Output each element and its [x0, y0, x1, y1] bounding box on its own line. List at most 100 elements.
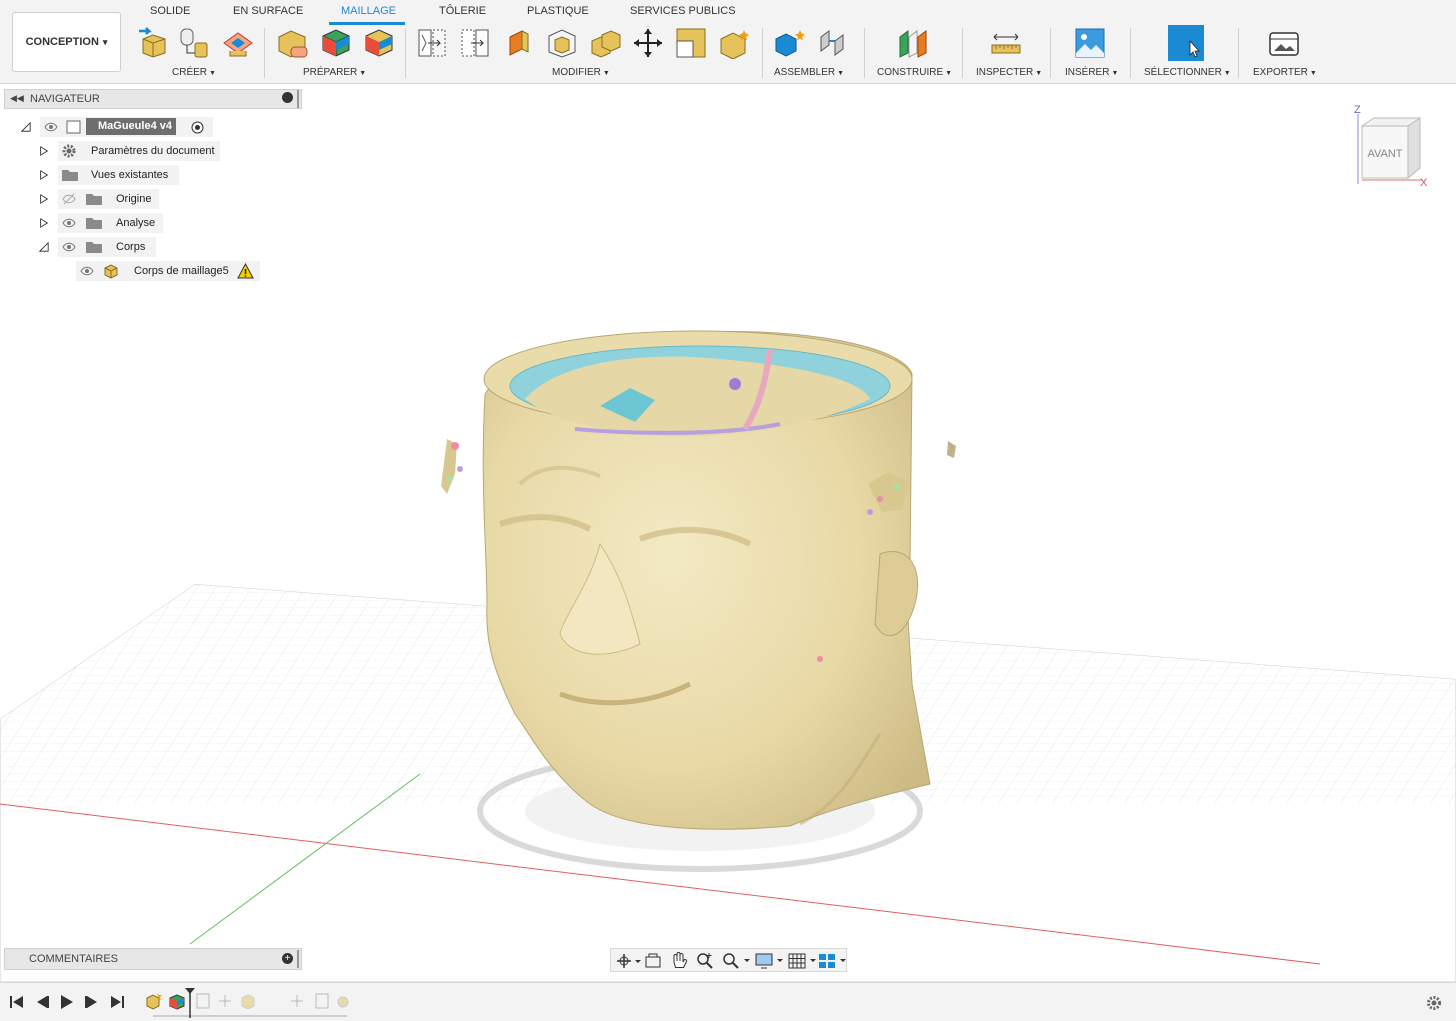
- expand-triangle-icon[interactable]: [39, 193, 49, 205]
- collapse-triangle-icon[interactable]: [39, 241, 49, 253]
- create-face-group-icon[interactable]: [222, 27, 254, 59]
- reverse-normal-icon[interactable]: [503, 27, 535, 59]
- mesh-body-head[interactable]: [482, 330, 931, 830]
- pan-hand-icon[interactable]: [669, 951, 689, 971]
- panel-resize-handle[interactable]: [297, 950, 299, 968]
- plane-cut-icon[interactable]: [416, 27, 448, 59]
- browser-panel-header: ◀◀ NAVIGATEUR: [4, 89, 302, 109]
- chevron-down-icon: ▼: [602, 70, 610, 77]
- eye-icon[interactable]: [80, 265, 94, 277]
- group-exporter[interactable]: EXPORTER ▼: [1253, 67, 1317, 78]
- group-inspecter[interactable]: INSPECTER ▼: [976, 67, 1042, 78]
- folder-icon: [62, 170, 78, 181]
- tab-services-publics[interactable]: SERVICES PUBLICS: [630, 5, 736, 17]
- group-preparer[interactable]: PRÉPARER ▼: [303, 67, 366, 78]
- combine-face-groups-icon[interactable]: [320, 27, 352, 59]
- play-icon[interactable]: [58, 993, 76, 1011]
- workspace-switcher[interactable]: CONCEPTION ▾: [12, 12, 121, 72]
- grid-settings-icon[interactable]: [787, 951, 817, 971]
- insert-image-icon[interactable]: [1074, 27, 1106, 59]
- remesh-icon[interactable]: [363, 27, 395, 59]
- tree-item-document-settings[interactable]: Paramètres du document: [58, 141, 220, 161]
- group-creer[interactable]: CRÉER ▼: [172, 67, 216, 78]
- new-component-icon[interactable]: [774, 27, 806, 59]
- go-to-start-icon[interactable]: [8, 994, 26, 1010]
- chevron-down-icon: ▼: [837, 70, 845, 77]
- move-icon[interactable]: [632, 27, 664, 59]
- generate-face-groups-icon[interactable]: [277, 27, 309, 59]
- fit-view-icon[interactable]: [721, 951, 751, 971]
- tab-plastique[interactable]: PLASTIQUE: [527, 5, 589, 17]
- orbit-icon[interactable]: [615, 952, 641, 970]
- chevron-down-icon: ▾: [102, 36, 108, 47]
- display-settings-icon[interactable]: [754, 951, 784, 971]
- eye-icon[interactable]: [62, 217, 76, 229]
- group-inserer[interactable]: INSÉRER ▼: [1065, 67, 1118, 78]
- eye-icon[interactable]: [44, 121, 58, 133]
- toolbar-separator: [864, 28, 865, 78]
- comments-panel[interactable]: COMMENTAIRES +: [4, 948, 302, 970]
- group-construire[interactable]: CONSTRUIRE ▼: [877, 67, 952, 78]
- tree-item-named-views[interactable]: Vues existantes: [58, 165, 179, 185]
- tab-solide[interactable]: SOLIDE: [150, 5, 190, 17]
- expand-triangle-icon[interactable]: [39, 217, 49, 229]
- tree-item-origin[interactable]: Origine: [58, 189, 159, 209]
- mesh-section-sketch-icon[interactable]: [459, 27, 491, 59]
- collapse-triangle-icon[interactable]: [21, 121, 31, 133]
- step-forward-icon[interactable]: [83, 994, 101, 1010]
- insert-mesh-icon[interactable]: [137, 27, 169, 59]
- group-inserer-label: INSÉRER: [1065, 67, 1110, 78]
- tab-en-surface[interactable]: EN SURFACE: [233, 5, 303, 17]
- timeline-feature-track[interactable]: [143, 988, 355, 1020]
- group-assembler-label: ASSEMBLER: [774, 67, 836, 78]
- tab-tolerie[interactable]: TÔLERIE: [439, 5, 486, 17]
- tree-root-label[interactable]: MaGueule4 v4: [86, 118, 176, 135]
- offset-plane-icon[interactable]: [897, 27, 929, 59]
- combine-icon[interactable]: [589, 27, 621, 59]
- axis-x-label: X: [1420, 177, 1428, 189]
- tab-maillage[interactable]: MAILLAGE: [341, 5, 396, 17]
- timeline-settings-gear-icon[interactable]: [1425, 994, 1443, 1012]
- zoom-icon[interactable]: [695, 951, 715, 971]
- joint-icon[interactable]: [817, 27, 849, 59]
- tree-item-label: Corps: [116, 241, 146, 253]
- add-comment-icon[interactable]: +: [282, 953, 293, 964]
- convert-mesh-icon[interactable]: [718, 27, 750, 59]
- toolbar-separator: [962, 28, 963, 78]
- eye-icon[interactable]: [62, 241, 76, 253]
- go-to-end-icon[interactable]: [108, 994, 126, 1010]
- tree-item-bodies[interactable]: Corps: [58, 237, 156, 257]
- measure-icon[interactable]: [990, 27, 1022, 59]
- step-back-icon[interactable]: [33, 994, 51, 1010]
- look-at-icon[interactable]: [644, 952, 662, 970]
- warning-icon[interactable]: [237, 263, 254, 279]
- tree-item-mesh-body[interactable]: Corps de maillage5: [76, 261, 260, 281]
- panel-options-icon[interactable]: [282, 92, 293, 103]
- group-modifier[interactable]: MODIFIER ▼: [552, 67, 610, 78]
- toolbar-separator: [1130, 28, 1131, 78]
- export-icon[interactable]: [1268, 27, 1300, 59]
- expand-triangle-icon[interactable]: [39, 145, 49, 157]
- group-selectionner[interactable]: SÉLECTIONNER ▼: [1144, 67, 1231, 78]
- tree-root-row[interactable]: MaGueule4 v4: [40, 117, 213, 137]
- activate-radio-icon[interactable]: [191, 121, 204, 134]
- viewports-icon[interactable]: [817, 951, 847, 971]
- panel-resize-handle[interactable]: [297, 90, 299, 108]
- tree-item-label: Paramètres du document: [91, 145, 215, 157]
- eye-hidden-icon[interactable]: [62, 193, 76, 205]
- expand-triangle-icon[interactable]: [39, 169, 49, 181]
- 3d-viewport[interactable]: AVANT Z X: [0, 84, 1456, 982]
- comments-label: COMMENTAIRES: [29, 953, 119, 965]
- group-modifier-label: MODIFIER: [552, 67, 601, 78]
- collapse-panel-icon[interactable]: ◀◀: [10, 93, 24, 104]
- workspace-label: CONCEPTION: [25, 36, 99, 48]
- mesh-body-icon: [104, 264, 118, 279]
- tessellate-icon[interactable]: [178, 27, 210, 59]
- group-assembler[interactable]: ASSEMBLER ▼: [774, 67, 844, 78]
- shell-icon[interactable]: [546, 27, 578, 59]
- select-icon[interactable]: [1168, 25, 1204, 61]
- view-cube[interactable]: AVANT Z X: [1354, 104, 1428, 189]
- tree-item-analysis[interactable]: Analyse: [58, 213, 163, 233]
- scale-mesh-icon[interactable]: [675, 27, 707, 59]
- tree-item-label: Analyse: [116, 217, 156, 229]
